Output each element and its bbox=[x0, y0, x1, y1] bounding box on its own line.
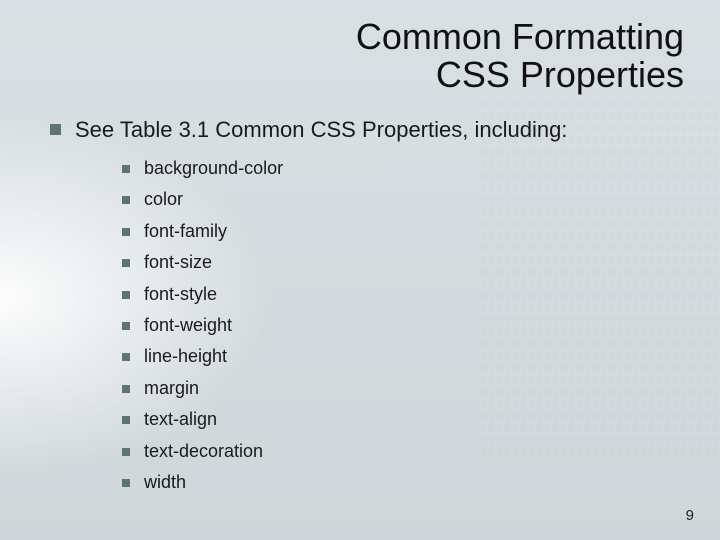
square-bullet-icon bbox=[122, 416, 130, 424]
sub-bullet-list: background-color color font-family font-siz… bbox=[122, 157, 696, 494]
title-line-1: Common Formatting bbox=[356, 16, 684, 57]
bullet-level-2-text: text-decoration bbox=[144, 440, 263, 463]
bullet-level-2: line-height bbox=[122, 345, 696, 368]
bullet-level-2: color bbox=[122, 188, 696, 211]
title-line-2: CSS Properties bbox=[436, 54, 684, 95]
square-bullet-icon bbox=[122, 353, 130, 361]
bullet-level-2: font-weight bbox=[122, 314, 696, 337]
bullet-level-2: font-size bbox=[122, 251, 696, 274]
square-bullet-icon bbox=[122, 448, 130, 456]
bullet-level-2: text-decoration bbox=[122, 440, 696, 463]
page-number: 9 bbox=[686, 507, 694, 524]
bullet-level-2: margin bbox=[122, 377, 696, 400]
bullet-level-2: width bbox=[122, 471, 696, 494]
bullet-level-1-text: See Table 3.1 Common CSS Properties, inc… bbox=[75, 116, 567, 144]
bullet-level-2-text: font-size bbox=[144, 251, 212, 274]
square-bullet-icon bbox=[122, 228, 130, 236]
bullet-level-2-text: font-family bbox=[144, 220, 227, 243]
slide: Common Formatting CSS Properties See Tab… bbox=[0, 0, 720, 540]
bullet-level-1: See Table 3.1 Common CSS Properties, inc… bbox=[50, 116, 696, 144]
square-bullet-icon bbox=[122, 385, 130, 393]
bullet-level-2: background-color bbox=[122, 157, 696, 180]
bullet-level-2: text-align bbox=[122, 408, 696, 431]
slide-title: Common Formatting CSS Properties bbox=[50, 18, 696, 94]
bullet-level-2-text: text-align bbox=[144, 408, 217, 431]
bullet-level-2-text: width bbox=[144, 471, 186, 494]
square-bullet-icon bbox=[122, 259, 130, 267]
square-bullet-icon bbox=[122, 291, 130, 299]
bullet-level-2-text: color bbox=[144, 188, 183, 211]
bullet-level-2-text: font-style bbox=[144, 283, 217, 306]
square-bullet-icon bbox=[122, 165, 130, 173]
square-bullet-icon bbox=[50, 124, 61, 135]
bullet-level-2: font-style bbox=[122, 283, 696, 306]
bullet-level-2-text: line-height bbox=[144, 345, 227, 368]
square-bullet-icon bbox=[122, 196, 130, 204]
square-bullet-icon bbox=[122, 322, 130, 330]
bullet-level-2-text: background-color bbox=[144, 157, 283, 180]
bullet-level-2-text: font-weight bbox=[144, 314, 232, 337]
bullet-level-2: font-family bbox=[122, 220, 696, 243]
square-bullet-icon bbox=[122, 479, 130, 487]
bullet-level-2-text: margin bbox=[144, 377, 199, 400]
